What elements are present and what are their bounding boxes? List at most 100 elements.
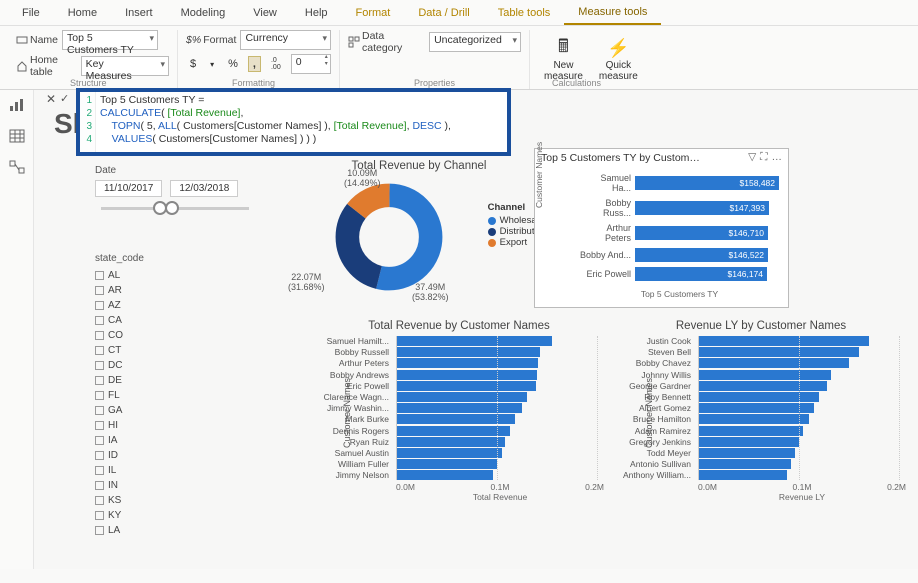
quick-icon: ⚡	[606, 38, 630, 60]
decimals-input[interactable]: 0	[291, 54, 331, 74]
format-label: $%Format	[186, 34, 236, 46]
date-from[interactable]: 11/10/2017	[95, 180, 162, 197]
checkbox-icon[interactable]	[95, 436, 104, 445]
donut-data-label: 37.49M (53.82%)	[412, 282, 449, 302]
checkbox-icon[interactable]	[95, 526, 104, 535]
state-item-DE[interactable]: DE	[95, 373, 225, 388]
calculator-icon: 🖩	[551, 38, 575, 60]
tab-view[interactable]: View	[239, 2, 291, 24]
date-to[interactable]: 12/03/2018	[170, 180, 238, 197]
state-item-KY[interactable]: KY	[95, 508, 225, 523]
top5-row: Bobby Russ...$147,393	[579, 198, 780, 218]
name-input[interactable]: Top 5 Customers TY	[62, 30, 158, 50]
state-item-AZ[interactable]: AZ	[95, 298, 225, 313]
state-slicer[interactable]: state_code ALARAZCACOCTDCDEFLGAHIIAIDILI…	[95, 253, 225, 538]
datacategory-label: Data category	[348, 30, 425, 54]
formula-bar[interactable]: 1234 Top 5 Customers TY = CALCULATE( [To…	[76, 88, 511, 156]
currency-button[interactable]: $	[186, 57, 200, 71]
group-structure: Structure	[70, 78, 107, 88]
hbar-right-title: Revenue LY by Customer Names	[616, 320, 906, 332]
donut-title: Total Revenue by Channel	[294, 160, 544, 172]
model-view-icon[interactable]	[9, 160, 25, 177]
donut-data-label: 22.07M (31.68%)	[288, 272, 325, 292]
hometable-label: Home table	[16, 54, 77, 78]
checkbox-icon[interactable]	[95, 466, 104, 475]
state-slicer-title: state_code	[95, 253, 225, 264]
hbar-right-xlabel: Revenue LY	[616, 492, 906, 502]
state-item-CO[interactable]: CO	[95, 328, 225, 343]
state-item-DC[interactable]: DC	[95, 358, 225, 373]
datacategory-dropdown[interactable]: Uncategorized	[429, 32, 521, 52]
state-item-IL[interactable]: IL	[95, 463, 225, 478]
formula-close-icon[interactable]: ✕	[46, 92, 56, 106]
tab-help[interactable]: Help	[291, 2, 342, 24]
hbar-left-title: Total Revenue by Customer Names	[314, 320, 604, 332]
more-icon[interactable]: …	[772, 151, 783, 164]
tab-measuretools[interactable]: Measure tools	[564, 1, 661, 25]
checkbox-icon[interactable]	[95, 481, 104, 490]
state-item-AL[interactable]: AL	[95, 268, 225, 283]
donut-chart[interactable]: Total Revenue by Channel 10.09M (14.49%)…	[294, 160, 544, 332]
state-item-CT[interactable]: CT	[95, 343, 225, 358]
hometable-dropdown[interactable]: Key Measures	[81, 56, 169, 76]
revenue-ly-by-customer-chart[interactable]: Revenue LY by Customer Names Customer Na…	[616, 320, 906, 502]
tab-datadrill[interactable]: Data / Drill	[404, 2, 483, 24]
state-item-AR[interactable]: AR	[95, 283, 225, 298]
checkbox-icon[interactable]	[95, 406, 104, 415]
formula-commit-icon[interactable]: ✓	[60, 92, 69, 105]
filter-icon[interactable]: ▽	[748, 151, 756, 164]
state-item-FL[interactable]: FL	[95, 388, 225, 403]
group-calculations: Calculations	[552, 78, 601, 88]
checkbox-icon[interactable]	[95, 286, 104, 295]
tab-home[interactable]: Home	[54, 2, 111, 24]
tab-modeling[interactable]: Modeling	[167, 2, 240, 24]
checkbox-icon[interactable]	[95, 376, 104, 385]
state-item-CA[interactable]: CA	[95, 313, 225, 328]
date-slicer-title: Date	[95, 165, 255, 176]
checkbox-icon[interactable]	[95, 346, 104, 355]
top5-row: Eric Powell$146,174	[579, 267, 780, 281]
hbar-left-xlabel: Total Revenue	[314, 492, 604, 502]
checkbox-icon[interactable]	[95, 271, 104, 280]
checkbox-icon[interactable]	[95, 496, 104, 505]
data-view-icon[interactable]	[9, 129, 25, 146]
format-dropdown[interactable]: Currency	[240, 30, 331, 50]
decimals-icon: .0 .00	[267, 56, 285, 72]
tab-tabletools[interactable]: Table tools	[484, 2, 565, 24]
percent-button[interactable]: %	[224, 57, 242, 71]
group-formatting: Formatting	[232, 78, 275, 88]
date-slicer[interactable]: Date 11/10/2017 12/03/2018	[95, 165, 255, 220]
state-item-IA[interactable]: IA	[95, 433, 225, 448]
state-item-ID[interactable]: ID	[95, 448, 225, 463]
checkbox-icon[interactable]	[95, 391, 104, 400]
group-properties: Properties	[414, 78, 455, 88]
checkbox-icon[interactable]	[95, 316, 104, 325]
tab-format[interactable]: Format	[342, 2, 405, 24]
state-item-HI[interactable]: HI	[95, 418, 225, 433]
date-slider[interactable]	[101, 207, 249, 210]
top5-xlabel: Top 5 Customers TY	[579, 289, 780, 299]
checkbox-icon[interactable]	[95, 451, 104, 460]
checkbox-icon[interactable]	[95, 361, 104, 370]
formula-code[interactable]: Top 5 Customers TY = CALCULATE( [Total R…	[96, 92, 455, 152]
focus-icon[interactable]: ⛶	[760, 151, 767, 164]
state-item-IN[interactable]: IN	[95, 478, 225, 493]
top5-ylabel: Customer Names	[534, 141, 544, 207]
checkbox-icon[interactable]	[95, 421, 104, 430]
top5-visual[interactable]: Top 5 Customers TY by Custom… ▽ ⛶ … Cust…	[534, 148, 789, 308]
top5-title: Top 5 Customers TY by Custom…	[541, 152, 700, 164]
thousands-button[interactable]: ,	[248, 56, 261, 72]
top5-row: Arthur Peters$146,710	[579, 223, 780, 243]
revenue-by-customer-chart[interactable]: Total Revenue by Customer Names Customer…	[314, 320, 604, 502]
top5-row: Bobby And...$146,522	[579, 248, 780, 262]
state-item-LA[interactable]: LA	[95, 523, 225, 538]
state-item-KS[interactable]: KS	[95, 493, 225, 508]
state-item-GA[interactable]: GA	[95, 403, 225, 418]
tab-insert[interactable]: Insert	[111, 2, 167, 24]
line-gutter: 1234	[80, 92, 96, 152]
checkbox-icon[interactable]	[95, 301, 104, 310]
checkbox-icon[interactable]	[95, 331, 104, 340]
tab-file[interactable]: File	[8, 2, 54, 24]
checkbox-icon[interactable]	[95, 511, 104, 520]
report-view-icon[interactable]	[9, 98, 25, 115]
